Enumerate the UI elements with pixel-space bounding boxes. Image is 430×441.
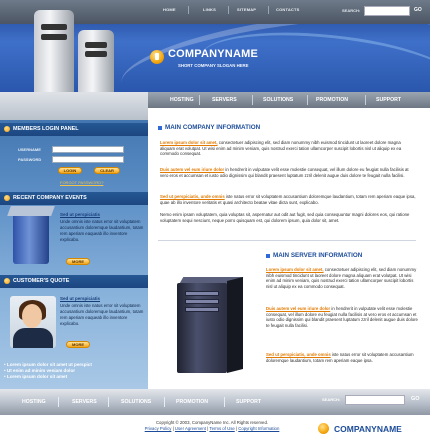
footer-nav-promotion[interactable]: PROMOTION <box>176 399 208 405</box>
copyright-block: Copyright © 2003, CompanyName Inc. All R… <box>112 420 312 432</box>
clear-button[interactable]: CLEAR <box>94 167 120 174</box>
main-info-title: MAIN COMPANY INFORMATION <box>165 124 261 131</box>
main-info-link-1[interactable]: Lorem ipsum dolor sit amet, <box>160 140 218 145</box>
password-label: PASSWORD <box>18 157 42 162</box>
bullet-list: • Lorem ipsum dolor sit amet ut perspict… <box>4 362 144 380</box>
events-link[interactable]: Sed ut perspiciatis <box>60 212 100 217</box>
server-bay <box>41 24 67 30</box>
topnav-separator <box>228 6 229 14</box>
footer-logo-icon <box>318 423 329 434</box>
user-agreement-link[interactable]: User Agreement <box>175 426 206 431</box>
server-info-title: MAIN SERVER INFORMATION <box>273 252 363 259</box>
nav-separator <box>164 397 165 407</box>
server-image <box>7 206 55 264</box>
server-tower-image <box>167 275 249 373</box>
username-label: USERNAME <box>18 147 41 152</box>
server-bay <box>185 299 219 304</box>
forgot-password-link[interactable]: FORGOT PASSWORD? <box>60 180 103 185</box>
company-name: COMPANYNAME <box>168 48 258 60</box>
main-info-paragraph-4: Nemo enim ipsam voluptatem, quia volupta… <box>160 212 410 223</box>
quote-title: CUSTOMER'S QUOTE <box>13 278 70 284</box>
server-info-link-1[interactable]: Lorem ipsum dolor sit amet, <box>266 267 324 272</box>
main-info-paragraph-3: Sed ut perspiciatis, unde omnis iste nat… <box>160 194 416 205</box>
server-bay <box>185 307 219 312</box>
nav-separator <box>58 397 59 407</box>
main-info-link-3[interactable]: Sed ut perspiciatis, unde omnis <box>160 194 225 199</box>
nav-separator <box>252 95 253 105</box>
sidebar-top-shade <box>0 92 148 120</box>
topnav-separator <box>268 6 269 14</box>
nav-promotion[interactable]: PROMOTION <box>316 97 348 103</box>
privacy-policy-link[interactable]: Privacy Policy <box>145 426 172 431</box>
server-bay <box>41 34 67 40</box>
content-divider <box>158 240 416 241</box>
topnav-sitemap[interactable]: SITEMAP <box>237 7 256 12</box>
server-bay <box>85 51 107 57</box>
list-item[interactable]: • Lorem ipsum dolor sit amet <box>4 374 144 380</box>
nav-separator <box>365 95 366 105</box>
nav-separator <box>224 397 225 407</box>
footer-nav-servers[interactable]: SERVERS <box>72 399 97 405</box>
events-title: RECENT COMPANY EVENTS <box>13 195 87 201</box>
server-info-link-3[interactable]: Sed ut perspiciatis, unde omnis <box>266 352 331 357</box>
footer-company-name: COMPANYNAME <box>334 424 402 434</box>
topnav-home[interactable]: HOME <box>163 7 176 12</box>
footer-nav-hosting[interactable]: HOSTING <box>22 399 46 405</box>
company-slogan: SHORT COMPANY SLOGAN HERE <box>178 63 249 68</box>
topnav-separator <box>188 6 189 14</box>
main-info-link-2[interactable]: Duis autem vel eum iriure dolor <box>160 167 224 172</box>
password-field[interactable] <box>52 156 124 163</box>
server-info-paragraph-1: Lorem ipsum dolor sit amet, consectetuer… <box>266 267 417 289</box>
server-bay <box>185 291 219 296</box>
username-field[interactable] <box>52 146 124 153</box>
search-label: SEARCH: <box>342 8 361 13</box>
nav-separator <box>307 95 308 105</box>
bullet-icon <box>4 126 10 132</box>
topnav-contacts[interactable]: CONTACTS <box>276 7 300 12</box>
customer-photo <box>10 296 56 348</box>
server-info-paragraph-3: Sed ut perspiciatis, unde omnis iste nat… <box>266 352 414 363</box>
nav-solutions[interactable]: SOLUTIONS <box>263 97 293 103</box>
main-info-paragraph-1: Lorem ipsum dolor sit amet, consectetuer… <box>160 140 402 157</box>
quote-text: Unde omnis iste natus error sit voluptat… <box>60 303 144 326</box>
bullet-icon <box>4 278 10 284</box>
terms-of-use-link[interactable]: Terms of Use <box>209 426 234 431</box>
footer-search-input[interactable] <box>345 395 405 405</box>
footer-nav-support[interactable]: SUPPORT <box>236 399 261 405</box>
nav-separator <box>108 397 109 407</box>
login-panel-title: MEMBERS LOGIN PANEL <box>13 126 79 132</box>
topnav-links[interactable]: LINKS <box>203 7 216 12</box>
events-more-button[interactable]: MORE <box>66 258 90 265</box>
nav-servers[interactable]: SERVERS <box>212 97 237 103</box>
logo-icon <box>150 50 164 64</box>
login-button[interactable]: LOGIN <box>58 167 82 174</box>
section-bullet-icon <box>266 254 270 258</box>
events-text: Unde omnis iste natus error sit voluptat… <box>60 219 144 242</box>
search-go-button[interactable]: GO <box>414 7 422 13</box>
quote-more-button[interactable]: MORE <box>66 341 90 348</box>
nav-support[interactable]: SUPPORT <box>376 97 401 103</box>
main-info-paragraph-2: Duis autem vel eum iriure dolor in hendr… <box>160 167 409 178</box>
copyright-info-link[interactable]: Copyright Information <box>238 426 279 431</box>
footer-search-label: SEARCH: <box>322 397 341 402</box>
bullet-icon <box>4 195 10 201</box>
section-bullet-icon <box>158 126 162 130</box>
server-bay <box>85 42 107 48</box>
footer-search-go-button[interactable]: GO <box>411 396 420 402</box>
quote-link[interactable]: Sed ut perspiciatis <box>60 296 100 301</box>
nav-hosting[interactable]: HOSTING <box>170 97 194 103</box>
footer-nav-solutions[interactable]: SOLUTIONS <box>121 399 151 405</box>
search-input[interactable] <box>364 6 410 16</box>
nav-separator <box>199 95 200 105</box>
server-info-paragraph-2: Duis autem vel eum iriure dolor in hendr… <box>266 306 418 328</box>
server-info-link-2[interactable]: Duis autem vel eum iriure dolor <box>266 306 330 311</box>
